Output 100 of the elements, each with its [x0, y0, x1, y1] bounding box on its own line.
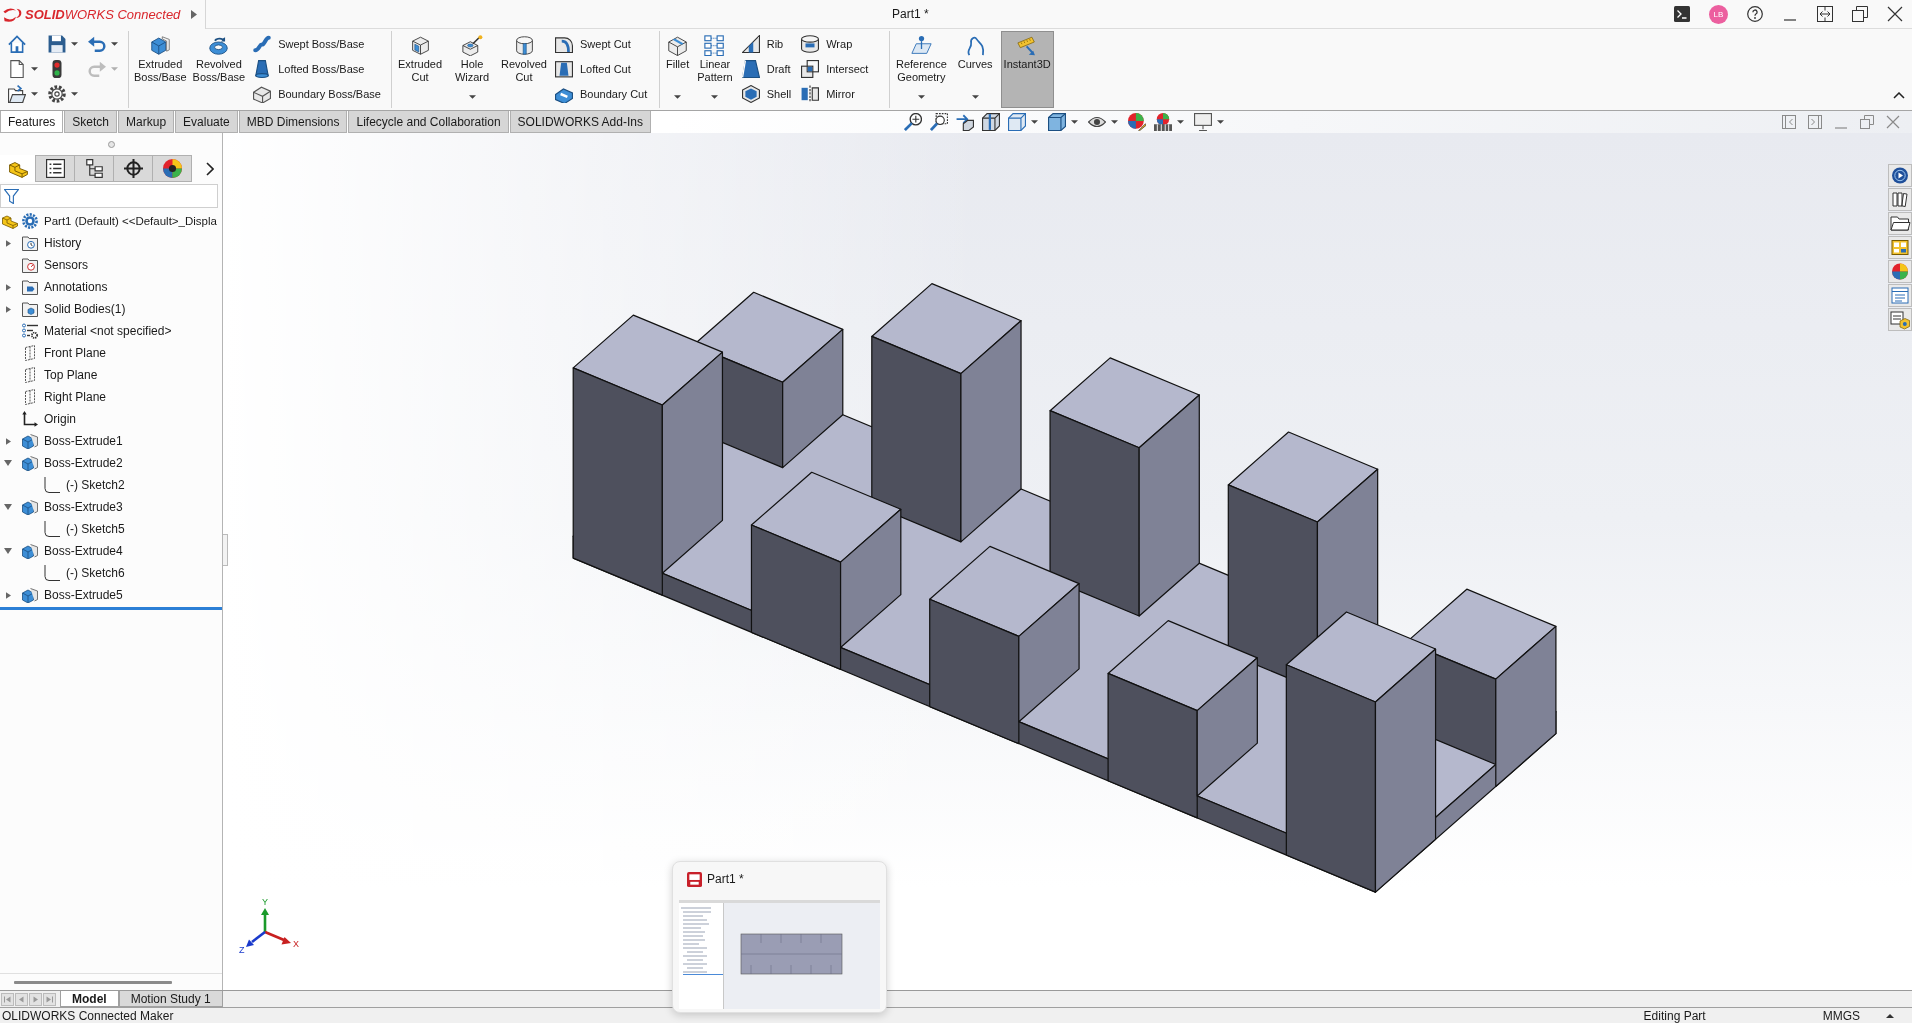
tree-item[interactable]: Part1 (Default) <<Default>_Displa: [2, 213, 217, 229]
restore-icon[interactable]: [1852, 6, 1868, 22]
list-window-icon[interactable]: [1888, 284, 1912, 307]
toolbar-button[interactable]: Swept Cut: [551, 31, 652, 56]
save-icon[interactable]: [48, 34, 66, 53]
settings-icon[interactable]: [48, 84, 66, 103]
tree-item[interactable]: Sensors: [22, 257, 89, 273]
panel-tab[interactable]: [113, 155, 153, 182]
grip-dot-icon[interactable]: [107, 140, 115, 148]
toolbar-button[interactable]: Reference Geometry: [893, 31, 950, 108]
tab[interactable]: Features: [0, 111, 64, 133]
panel-arrow-right-icon[interactable]: [1808, 115, 1822, 129]
toolbar-button[interactable]: Intersect: [797, 56, 873, 81]
panel-tab[interactable]: [35, 155, 75, 182]
tab[interactable]: Sketch: [64, 111, 118, 133]
caret-up-icon[interactable]: [1886, 1013, 1894, 1018]
color-ball-floor-icon[interactable]: [1154, 113, 1172, 131]
panel-arrow-left-icon[interactable]: [1782, 115, 1796, 129]
tree-item[interactable]: Boss-Extrude4: [22, 543, 123, 559]
color-ball-pencil-icon[interactable]: [1128, 113, 1146, 131]
toolbar-button[interactable]: Draft: [737, 56, 796, 81]
filter-field[interactable]: [0, 184, 218, 208]
collapse-chevron-icon[interactable]: [1893, 92, 1905, 99]
window-preview-popup[interactable]: Part1 *: [672, 861, 887, 1013]
caret-down-icon[interactable]: [31, 91, 38, 96]
toolbar-button[interactable]: Shell: [737, 81, 796, 106]
toolbar-button[interactable]: Rib: [737, 31, 796, 56]
tab[interactable]: Lifecycle and Collaboration: [348, 111, 509, 133]
toolbar-button[interactable]: Lofted Cut: [551, 56, 652, 81]
expander-arrow-icon[interactable]: [4, 548, 12, 554]
toolbar-button[interactable]: Linear Pattern: [694, 31, 736, 108]
caret-down-icon[interactable]: [1177, 120, 1184, 124]
caret-down-icon[interactable]: [1217, 120, 1224, 124]
expander-arrow-icon[interactable]: [5, 283, 11, 291]
tab[interactable]: Evaluate: [175, 111, 238, 133]
books-icon[interactable]: [1888, 188, 1912, 211]
caret-down-icon[interactable]: [1031, 120, 1038, 124]
tree-item[interactable]: Boss-Extrude1: [22, 433, 123, 449]
tree-item[interactable]: Front Plane: [22, 345, 107, 361]
toolbar-button[interactable]: Revolved Cut: [499, 31, 549, 108]
tree-item[interactable]: Top Plane: [22, 367, 98, 383]
caret-down-icon[interactable]: [111, 41, 118, 46]
tree-item[interactable]: Origin: [22, 411, 76, 427]
caret-down-icon[interactable]: [1071, 120, 1078, 124]
zoom-fit-icon[interactable]: [904, 113, 922, 131]
caret-right-icon[interactable]: [191, 10, 197, 19]
caret-down-icon[interactable]: [917, 95, 925, 99]
expander-arrow-icon[interactable]: [5, 591, 11, 599]
toolbar-button[interactable]: Curves: [954, 31, 996, 108]
caret-down-icon[interactable]: [71, 91, 78, 96]
list-cube-icon[interactable]: [1888, 308, 1912, 331]
cube-icon[interactable]: [1008, 113, 1026, 131]
horizontal-scrollbar[interactable]: [14, 980, 172, 984]
tab[interactable]: Model: [60, 991, 119, 1007]
tree-item[interactable]: Solid Bodies(1): [22, 301, 126, 317]
tab[interactable]: Markup: [118, 111, 175, 133]
tree-item[interactable]: Boss-Extrude5: [22, 587, 123, 603]
play-globe-icon[interactable]: [1888, 164, 1912, 187]
tree-item[interactable]: Boss-Extrude3: [22, 499, 123, 515]
tree-item[interactable]: Annotations: [22, 279, 108, 295]
toolbar-button[interactable]: Lofted Boss/Base: [249, 56, 385, 81]
caret-down-icon[interactable]: [711, 95, 719, 99]
caret-down-icon[interactable]: [71, 41, 78, 46]
unit-system-label[interactable]: MMGS: [1822, 1008, 1860, 1023]
toolbar-button[interactable]: Hole Wizard: [447, 31, 497, 108]
help-icon[interactable]: [1747, 6, 1763, 22]
terminal-icon[interactable]: [1674, 6, 1690, 22]
undo-icon[interactable]: [88, 34, 106, 53]
toolbar-button[interactable]: Wrap: [797, 31, 873, 56]
view-grid-icon[interactable]: [1888, 236, 1912, 259]
toolbar-button[interactable]: Extruded Cut: [395, 31, 445, 108]
tree-item[interactable]: Material <not specified>: [22, 323, 172, 339]
caret-down-icon[interactable]: [674, 95, 682, 99]
tab[interactable]: MBD Dimensions: [238, 111, 348, 133]
folder-arrow-icon[interactable]: [8, 84, 26, 103]
panel-splitter-handle[interactable]: [223, 534, 228, 566]
home-icon[interactable]: [8, 34, 26, 53]
tree-item[interactable]: (-) Sketch5: [44, 521, 125, 537]
toolbar-button[interactable]: Instant3D: [1000, 31, 1054, 108]
caret-down-icon[interactable]: [971, 95, 979, 99]
zoom-area-icon[interactable]: [930, 113, 948, 131]
expander-arrow-icon[interactable]: [4, 504, 12, 510]
tree-item[interactable]: (-) Sketch2: [44, 477, 125, 493]
toolbar-button[interactable]: Boundary Boss/Base: [249, 81, 385, 106]
toolbar-button[interactable]: Revolved Boss/Base: [190, 31, 248, 108]
panel-tab[interactable]: [74, 155, 114, 182]
tab[interactable]: Motion Study 1: [118, 991, 223, 1007]
tree-item[interactable]: Right Plane: [22, 389, 107, 405]
toolbar-button[interactable]: Boundary Cut: [551, 81, 652, 106]
caret-down-icon[interactable]: [468, 95, 476, 99]
panel-tab[interactable]: [152, 155, 192, 182]
fit-width-icon[interactable]: [1817, 6, 1833, 22]
expander-arrow-icon[interactable]: [5, 305, 11, 313]
caret-down-icon[interactable]: [1111, 120, 1118, 124]
tree-item[interactable]: Boss-Extrude2: [22, 455, 123, 471]
section-cube-icon[interactable]: [982, 113, 1000, 131]
shaded-box-icon[interactable]: [1048, 113, 1066, 131]
toolbar-button[interactable]: Mirror: [797, 81, 873, 106]
folder-icon[interactable]: [1888, 212, 1912, 235]
chevron-right-icon[interactable]: [206, 161, 214, 176]
